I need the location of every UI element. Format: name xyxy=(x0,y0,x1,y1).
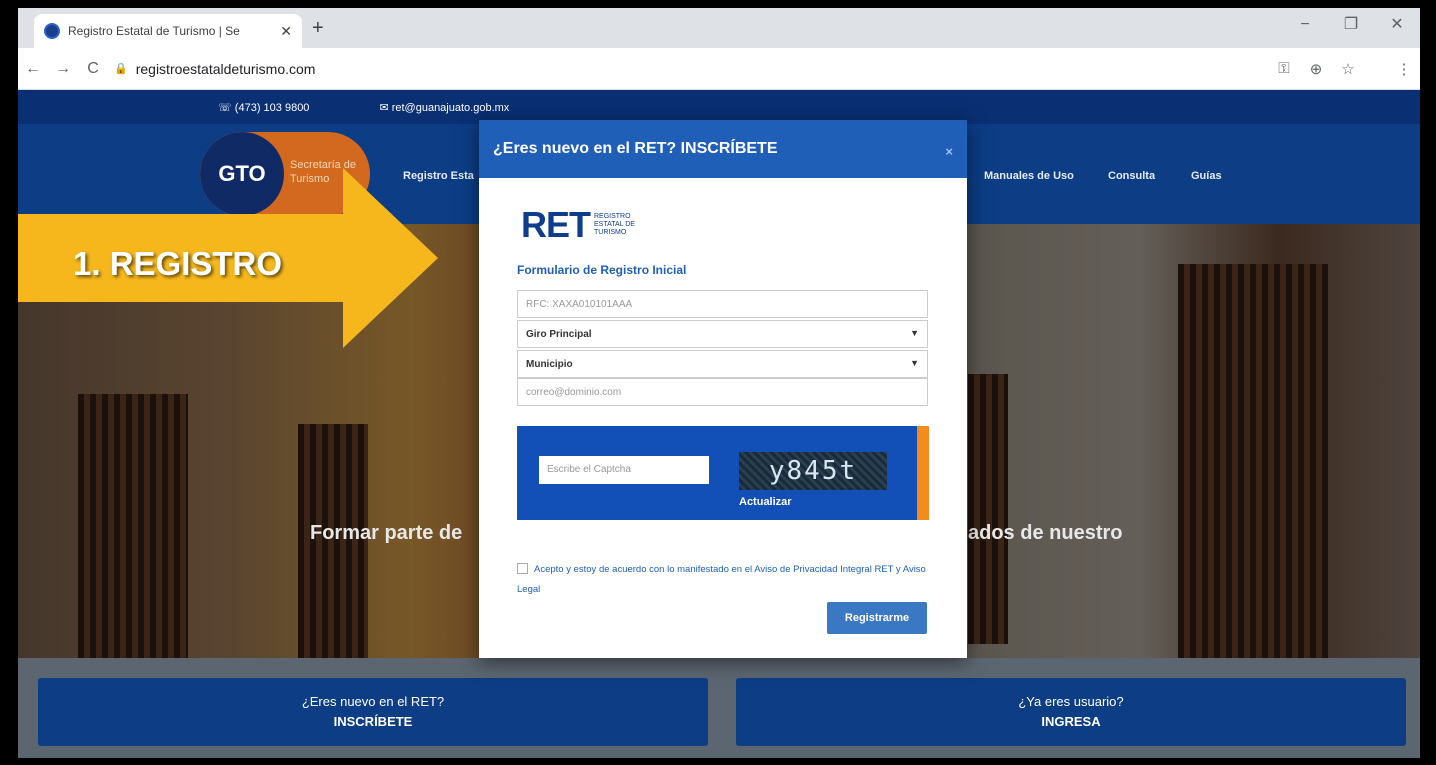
tab-strip: Registro Estatal de Turismo | Se ✕ + − ❐… xyxy=(18,8,1420,48)
browser-toolbar: ← → C 🔒 registroestataldeturismo.com ⚿ ⊕… xyxy=(18,48,1420,90)
modal-close-icon[interactable]: × xyxy=(945,144,953,159)
phone-text: ☏ (473) 103 9800 xyxy=(218,101,310,114)
browser-window: Registro Estatal de Turismo | Se ✕ + − ❐… xyxy=(18,8,1420,758)
menu-icon[interactable]: ⋮ xyxy=(1388,60,1420,78)
key-icon[interactable]: ⚿ xyxy=(1268,60,1300,77)
modal-header: ¿Eres nuevo en el RET? INSCRÍBETE × xyxy=(479,120,967,178)
nav-consulta[interactable]: Consulta xyxy=(1108,170,1155,182)
terms-checkbox-row[interactable]: Acepto y estoy de acuerdo con lo manifes… xyxy=(517,560,927,600)
terms-text: Acepto y estoy de acuerdo con lo manifes… xyxy=(517,564,926,595)
minimize-button[interactable]: − xyxy=(1282,8,1328,42)
dropdown-caret-icon: ▼ xyxy=(910,358,919,368)
new-user-button[interactable]: ¿Eres nuevo en el RET? INSCRÍBETE xyxy=(38,678,708,746)
nav-manuales[interactable]: Manuales de Uso xyxy=(984,170,1074,182)
user-line2: INGRESA xyxy=(1041,714,1101,729)
modal-title: ¿Eres nuevo en el RET? INSCRÍBETE xyxy=(493,140,778,157)
url-text: registroestataldeturismo.com xyxy=(135,60,316,77)
captcha-refresh-link[interactable]: Actualizar xyxy=(739,496,792,508)
step-label: 1. REGISTRO xyxy=(73,245,283,282)
back-icon[interactable]: ← xyxy=(18,60,48,78)
existing-user-button[interactable]: ¿Ya eres usuario? INGRESA xyxy=(736,678,1406,746)
lock-icon[interactable]: 🔒 xyxy=(114,62,128,75)
new-user-line1: ¿Eres nuevo en el RET? xyxy=(301,694,445,709)
captcha-accent-bar xyxy=(917,426,929,520)
site-favicon-icon xyxy=(44,23,60,39)
tab-close-icon[interactable]: ✕ xyxy=(280,23,292,40)
email-text[interactable]: ✉ ret@guanajuato.gob.mx xyxy=(379,101,509,114)
captcha-image: y845t xyxy=(739,452,887,490)
captcha-input[interactable]: Escribe el Captcha xyxy=(539,456,709,484)
tab-title: Registro Estatal de Turismo | Se xyxy=(68,24,240,38)
dropdown-caret-icon: ▼ xyxy=(910,328,919,338)
form-title: Formulario de Registro Inicial xyxy=(517,263,687,277)
ret-logo: RET REGISTRO ESTATAL DE TURISMO xyxy=(521,204,642,246)
reload-icon[interactable]: C xyxy=(78,60,108,78)
close-window-button[interactable]: ✕ xyxy=(1374,8,1420,42)
rfc-input[interactable]: RFC: XAXA010101AAA xyxy=(517,290,928,318)
registration-modal: ¿Eres nuevo en el RET? INSCRÍBETE × RET … xyxy=(479,120,967,658)
contact-bar: ☏ (473) 103 9800 ✉ ret@guanajuato.gob.mx xyxy=(18,90,1420,124)
cta-section: ¿Eres nuevo en el RET? INSCRÍBETE ¿Ya er… xyxy=(18,658,1420,758)
giro-select-label: Giro Principal xyxy=(526,329,592,340)
hero-text-right: ados de nuestro xyxy=(968,522,1123,544)
forward-icon[interactable]: → xyxy=(48,60,78,78)
star-icon[interactable]: ☆ xyxy=(1332,60,1364,78)
municipio-select-label: Municipio xyxy=(526,359,573,370)
restore-button[interactable]: ❐ xyxy=(1328,8,1374,42)
new-tab-button[interactable]: + xyxy=(312,17,324,40)
new-user-line2: INSCRÍBETE xyxy=(333,714,413,729)
zoom-icon[interactable]: ⊕ xyxy=(1300,60,1332,78)
ret-logo-text: RET xyxy=(521,204,591,245)
browser-tab[interactable]: Registro Estatal de Turismo | Se ✕ xyxy=(34,14,302,48)
terms-checkbox[interactable] xyxy=(517,563,528,574)
email-input[interactable]: correo@dominio.com xyxy=(517,378,928,406)
window-controls: − ❐ ✕ xyxy=(1282,8,1420,42)
ret-logo-subtitle: REGISTRO ESTATAL DE TURISMO xyxy=(594,213,635,236)
address-bar[interactable]: 🔒 registroestataldeturismo.com xyxy=(114,54,1262,84)
nav-guias[interactable]: Guías xyxy=(1191,170,1222,182)
user-line1: ¿Ya eres usuario? xyxy=(1018,694,1124,709)
captcha-panel: Escribe el Captcha y845t Actualizar xyxy=(517,426,917,520)
hero-text-left: Formar parte de xyxy=(310,522,463,544)
giro-select[interactable]: Giro Principal ▼ xyxy=(517,320,928,348)
municipio-select[interactable]: Municipio ▼ xyxy=(517,350,928,378)
register-button[interactable]: Registrarme xyxy=(827,602,927,634)
